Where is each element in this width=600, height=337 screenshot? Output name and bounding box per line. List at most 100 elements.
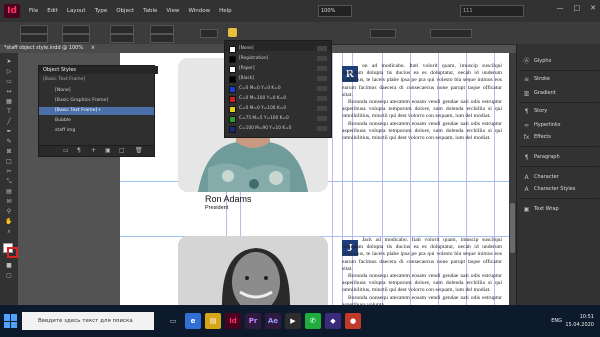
swatch-row[interactable]: C=0 M=0 Y=100 K=0 <box>225 104 331 113</box>
hand-tool-icon[interactable]: ✋ <box>4 219 14 225</box>
gradient-tool-icon[interactable]: ▤ <box>4 189 14 195</box>
taskbar-search-input[interactable]: Введите здесь текст для поиска <box>22 312 154 330</box>
panel-hyperlinks[interactable]: ∞ Hyperlinks <box>523 120 599 130</box>
windows-start-button[interactable] <box>4 314 18 328</box>
article-text-2[interactable]: Jack ad modicabo. Itati volorit quam, im… <box>342 237 502 305</box>
language-indicator[interactable]: ENG <box>551 317 562 325</box>
object-styles-title[interactable]: Object Styles <box>39 66 158 74</box>
height-field[interactable] <box>62 34 90 43</box>
object-style-item[interactable]: [None] <box>39 87 154 95</box>
menu-help[interactable]: Help <box>219 8 232 14</box>
scale-x-field[interactable] <box>110 25 134 34</box>
panel-character-styles[interactable]: A Character Styles <box>523 184 599 194</box>
screen-mode-icon[interactable]: ▢ <box>4 273 14 279</box>
free-transform-tool-icon[interactable]: ⤡ <box>4 179 14 185</box>
panel-effects[interactable]: fx Effects <box>523 132 599 142</box>
swatch-row[interactable]: [Registration] <box>225 54 331 63</box>
app-icon[interactable]: ◆ <box>325 313 341 329</box>
after-effects-icon[interactable]: Ae <box>265 313 281 329</box>
folder-icon[interactable]: ▭ <box>63 148 69 154</box>
panel-paragraph[interactable]: ¶ Paragraph <box>523 152 599 162</box>
swatch-row[interactable]: [None] <box>225 44 331 53</box>
shear-field[interactable] <box>150 34 174 43</box>
media-icon[interactable]: ▶ <box>285 313 301 329</box>
panel-character[interactable]: A Character <box>523 172 599 182</box>
opacity-field[interactable] <box>370 29 396 38</box>
fill-swatch-icon[interactable] <box>228 28 237 37</box>
panel-stroke[interactable]: ≡ Stroke <box>523 74 599 84</box>
whatsapp-icon[interactable]: ✆ <box>305 313 321 329</box>
gap-tool-icon[interactable]: ↔ <box>4 89 14 95</box>
folder-add-icon[interactable]: ▣ <box>105 148 111 154</box>
stroke-type-field[interactable] <box>430 29 472 38</box>
panel-story[interactable]: ¶ Story <box>523 106 599 116</box>
scale-y-field[interactable] <box>110 34 134 43</box>
scissors-tool-icon[interactable]: ✂ <box>4 169 14 175</box>
object-style-item[interactable]: staff img <box>39 127 154 135</box>
staff-photo-jack[interactable] <box>178 236 328 305</box>
task-view-icon[interactable]: ▭ <box>165 313 181 329</box>
swatch-row[interactable]: [Black] <box>225 74 331 83</box>
menu-file[interactable]: File <box>29 8 38 14</box>
page-tool-icon[interactable]: ▭ <box>4 79 14 85</box>
menu-view[interactable]: View <box>166 8 179 14</box>
panel-glyphs[interactable]: Ⓐ Glyphs <box>523 56 599 66</box>
object-style-item-selected[interactable]: [Basic Text Frame]+ <box>39 107 154 115</box>
object-style-item[interactable]: [Basic Graphics Frame] <box>39 97 154 105</box>
menu-type[interactable]: Type <box>95 8 108 14</box>
indesign-logo[interactable]: Id <box>4 4 20 18</box>
close-button[interactable]: ✕ <box>590 4 596 12</box>
swatch-row[interactable]: [Paper] <box>225 64 331 73</box>
app-icon-2[interactable]: ● <box>345 313 361 329</box>
swatch-row[interactable]: C=0 M=100 Y=0 K=0 <box>225 94 331 103</box>
article-text-1[interactable]: on ad modicabo. Itati volorit quam, imus… <box>342 63 502 142</box>
object-style-item[interactable]: Bubble <box>39 117 154 125</box>
rectangle-frame-tool-icon[interactable]: ⊠ <box>4 149 14 155</box>
trash-icon[interactable]: 🗑 <box>135 148 143 154</box>
note-tool-icon[interactable]: ✉ <box>4 199 14 205</box>
new-style-icon[interactable]: + <box>91 148 97 154</box>
premiere-icon[interactable]: Pr <box>245 313 261 329</box>
direct-selection-tool-icon[interactable]: ▷ <box>4 69 14 75</box>
content-collector-icon[interactable]: ▦ <box>4 99 14 105</box>
stroke-weight-field[interactable] <box>200 29 218 38</box>
vertical-scrollbar[interactable] <box>509 53 516 305</box>
close-tab-icon[interactable]: × <box>91 45 95 51</box>
width-field[interactable] <box>62 25 90 34</box>
document-tab[interactable]: *staff object style.indd @ 100% × <box>0 44 224 53</box>
indesign-taskbar-icon[interactable]: Id <box>225 313 241 329</box>
edge-icon[interactable]: e <box>185 313 201 329</box>
swatch-row[interactable]: C=100 M=90 Y=10 K=0 <box>225 124 331 133</box>
eyedropper-tool-icon[interactable]: ⚲ <box>4 209 14 215</box>
y-field[interactable] <box>20 34 48 43</box>
pencil-tool-icon[interactable]: ✎ <box>4 139 14 145</box>
rectangle-tool-icon[interactable]: □ <box>4 159 14 165</box>
menu-window[interactable]: Window <box>188 8 210 14</box>
search-field[interactable]: 111 <box>460 5 524 17</box>
swatch-row[interactable]: C=75 M=5 Y=100 K=0 <box>225 114 331 123</box>
menu-layout[interactable]: Layout <box>67 8 86 14</box>
rotate-field[interactable] <box>150 25 174 34</box>
clear-overrides-icon[interactable]: ¶ <box>77 148 83 154</box>
minimize-button[interactable]: — <box>557 4 564 12</box>
scrollbar-thumb[interactable] <box>510 203 515 253</box>
stroke-icon[interactable] <box>7 247 18 258</box>
panel-gradient[interactable]: ▥ Gradient <box>523 88 599 98</box>
maximize-button[interactable]: □ <box>574 4 581 12</box>
selection-tool-icon[interactable]: ➤ <box>4 59 14 65</box>
zoom-tool-icon[interactable]: ⌕ <box>4 229 14 235</box>
menu-object[interactable]: Object <box>116 8 134 14</box>
new-item-icon[interactable]: □ <box>119 148 125 154</box>
swatch-row[interactable]: C=0 M=0 Y=0 K=0 <box>225 84 331 93</box>
menu-table[interactable]: Table <box>143 8 157 14</box>
line-tool-icon[interactable]: ╱ <box>4 119 14 125</box>
zoom-field[interactable]: 100% <box>318 5 352 17</box>
type-tool-icon[interactable]: T <box>4 109 14 115</box>
x-field[interactable] <box>20 25 48 34</box>
apply-color-icon[interactable]: ■ <box>4 263 14 269</box>
panel-text-wrap[interactable]: ▣ Text Wrap <box>523 204 599 214</box>
menu-edit[interactable]: Edit <box>47 8 58 14</box>
explorer-icon[interactable]: ▤ <box>205 313 221 329</box>
system-tray[interactable]: ENG 10:51 15.04.2020 <box>551 313 594 329</box>
pen-tool-icon[interactable]: ✒ <box>4 129 14 135</box>
